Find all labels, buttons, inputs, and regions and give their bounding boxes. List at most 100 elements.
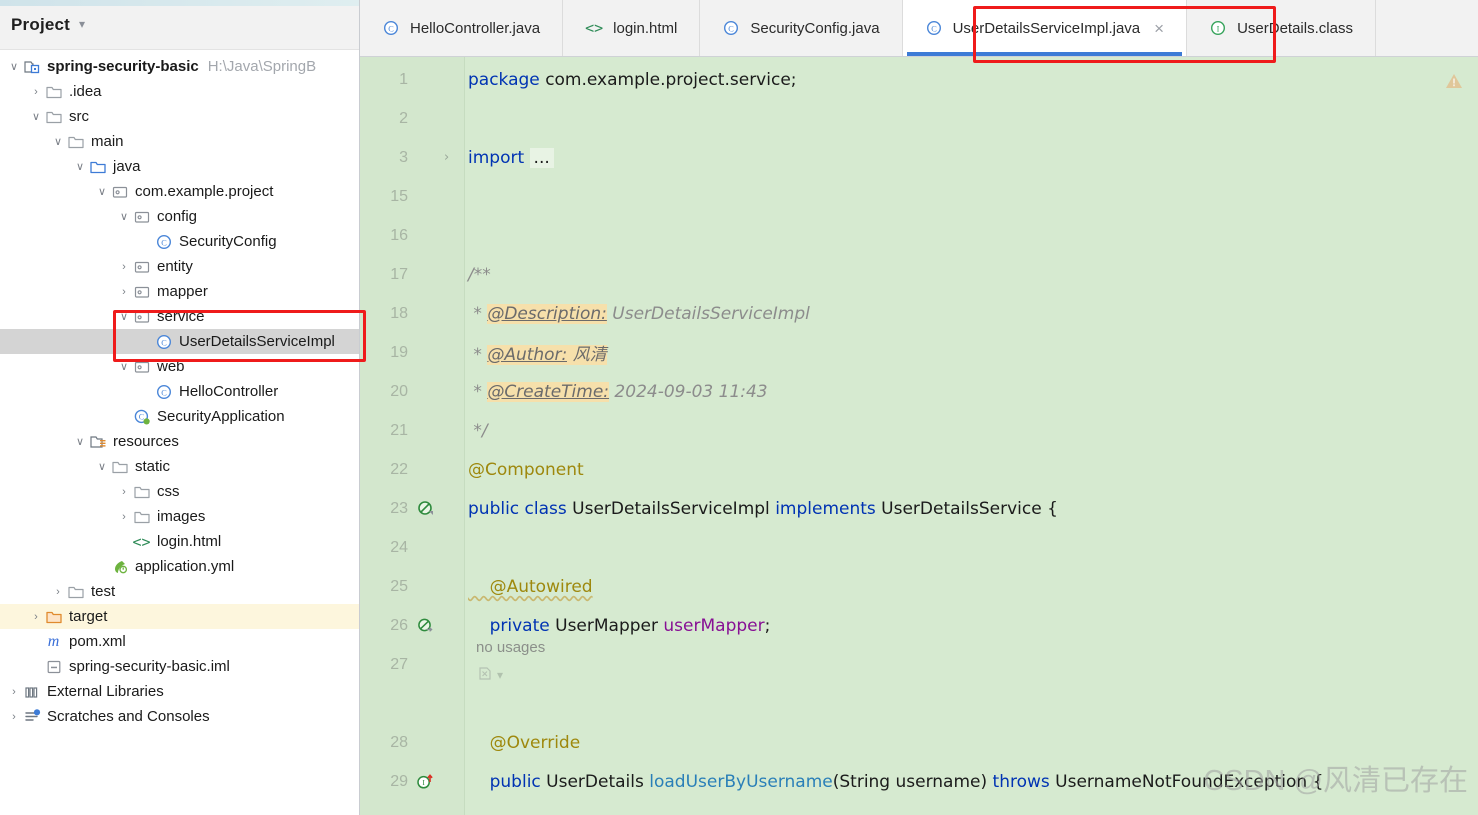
tree-item--idea[interactable]: › .idea bbox=[0, 79, 359, 104]
tree-item-service[interactable]: ∨ service bbox=[0, 304, 359, 329]
chevron-right-icon[interactable]: › bbox=[116, 286, 132, 298]
window-top-strip bbox=[0, 0, 359, 6]
tree-item-label: SecurityConfig bbox=[179, 233, 277, 250]
editor-tab-login-html[interactable]: <> login.html bbox=[563, 0, 701, 56]
editor-tab-userdetailsserviceimpl-java[interactable]: C UserDetailsServiceImpl.java × bbox=[902, 0, 1188, 56]
package-icon bbox=[132, 357, 151, 376]
chevron-right-icon[interactable]: › bbox=[50, 586, 66, 598]
tree-item-label: com.example.project bbox=[135, 183, 274, 200]
tree-item-java[interactable]: ∨ java bbox=[0, 154, 359, 179]
code-text: * @Author: 风清 bbox=[468, 345, 607, 365]
code-text: /** bbox=[468, 264, 491, 285]
code-line[interactable]: 2 bbox=[360, 99, 1478, 138]
chevron-right-icon[interactable]: › bbox=[116, 261, 132, 273]
tree-item-userdetailsserviceimpl[interactable]: C UserDetailsServiceImpl bbox=[0, 329, 359, 354]
chevron-down-icon[interactable]: ∨ bbox=[116, 210, 132, 223]
yml-file-icon bbox=[110, 557, 129, 576]
code-line[interactable]: 17 /** bbox=[360, 255, 1478, 294]
editor-tab-securityconfig-java[interactable]: C SecurityConfig.java bbox=[700, 0, 903, 56]
tree-item-label: test bbox=[91, 583, 116, 600]
code-line[interactable]: 23 public class UserDetailsServiceImpl im… bbox=[360, 489, 1478, 528]
code-text: public class UserDetailsServiceImpl impl… bbox=[468, 498, 1058, 519]
svg-text:C: C bbox=[388, 24, 394, 33]
chevron-down-icon[interactable]: ∨ bbox=[116, 360, 132, 373]
tree-item-spring-security-basic-iml[interactable]: spring-security-basic.iml bbox=[0, 654, 359, 679]
chevron-down-icon[interactable]: ∨ bbox=[50, 135, 66, 148]
chevron-down-icon[interactable]: ∨ bbox=[72, 435, 88, 448]
tree-item-label: mapper bbox=[157, 283, 208, 300]
inlay-hint-icon[interactable]: ▾ bbox=[476, 665, 503, 687]
chevron-down-icon[interactable]: ∨ bbox=[116, 310, 132, 323]
tree-item-securityapplication[interactable]: C SecurityApplication bbox=[0, 404, 359, 429]
code-lines[interactable]: 1 package com.example.project.service; 2 3 ›… bbox=[360, 57, 1478, 815]
close-icon[interactable]: × bbox=[1154, 20, 1164, 37]
code-line[interactable]: 29 I public UserDetails loadUserByUsernam… bbox=[360, 762, 1478, 801]
bean-icon[interactable] bbox=[412, 500, 438, 517]
line-number: 25 bbox=[390, 577, 408, 595]
warning-triangle-icon[interactable] bbox=[1444, 71, 1464, 96]
tree-item-external-libraries[interactable]: › External Libraries bbox=[0, 679, 359, 704]
resource-root-icon bbox=[88, 432, 107, 451]
tree-item-web[interactable]: ∨ web bbox=[0, 354, 359, 379]
autowired-icon[interactable] bbox=[412, 617, 438, 634]
code-line[interactable]: 20 * @CreateTime: 2024-09-03 11:43 bbox=[360, 372, 1478, 411]
chevron-right-icon[interactable]: › bbox=[6, 711, 22, 723]
tree-item-application-yml[interactable]: application.yml bbox=[0, 554, 359, 579]
editor-tab-label: HelloController.java bbox=[410, 19, 541, 37]
tree-item-css[interactable]: › css bbox=[0, 479, 359, 504]
code-line[interactable]: 21 */ bbox=[360, 411, 1478, 450]
tree-item-target[interactable]: › target bbox=[0, 604, 359, 629]
chevron-down-icon[interactable]: ∨ bbox=[94, 185, 110, 198]
tree-item-com-example-project[interactable]: ∨ com.example.project bbox=[0, 179, 359, 204]
chevron-right-icon[interactable]: › bbox=[28, 86, 44, 98]
editor-tab-userdetails-class[interactable]: I UserDetails.class bbox=[1187, 0, 1376, 56]
chevron-right-icon[interactable]: › bbox=[28, 611, 44, 623]
folder-icon bbox=[66, 582, 85, 601]
tree-item-hellocontroller[interactable]: C HelloController bbox=[0, 379, 359, 404]
tree-item-images[interactable]: › images bbox=[0, 504, 359, 529]
project-tree[interactable]: ∨ spring-security-basic H:\Java\SpringB › .i… bbox=[0, 50, 359, 729]
code-line[interactable]: 3 › import ... bbox=[360, 138, 1478, 177]
code-line[interactable]: 18 * @Description: UserDetailsServiceImp… bbox=[360, 294, 1478, 333]
editor-tab-hellocontroller-java[interactable]: C HelloController.java bbox=[360, 0, 564, 56]
code-line[interactable]: 24 bbox=[360, 528, 1478, 567]
tree-item-main[interactable]: ∨ main bbox=[0, 129, 359, 154]
code-line[interactable]: 25 @Autowired bbox=[360, 567, 1478, 606]
chevron-down-icon[interactable]: ∨ bbox=[94, 460, 110, 473]
tree-item-src[interactable]: ∨ src bbox=[0, 104, 359, 129]
editor-tab-label: UserDetails.class bbox=[1237, 19, 1353, 37]
tree-item-mapper[interactable]: › mapper bbox=[0, 279, 359, 304]
implements-icon[interactable]: I bbox=[412, 773, 438, 791]
tree-item-config[interactable]: ∨ config bbox=[0, 204, 359, 229]
code-line[interactable]: 1 package com.example.project.service; bbox=[360, 60, 1478, 99]
chevron-right-icon[interactable]: › bbox=[116, 486, 132, 498]
code-line[interactable]: 28 @Override bbox=[360, 723, 1478, 762]
chevron-down-icon[interactable]: ∨ bbox=[28, 110, 44, 123]
code-editor[interactable]: 1 package com.example.project.service; 2 3 ›… bbox=[360, 57, 1478, 815]
tree-item-scratches-and-consoles[interactable]: › Scratches and Consoles bbox=[0, 704, 359, 729]
chevron-down-icon[interactable]: ∨ bbox=[72, 160, 88, 173]
editor-area: C HelloController.java <> login.html C Securi… bbox=[360, 0, 1478, 815]
tree-item-entity[interactable]: › entity bbox=[0, 254, 359, 279]
code-line[interactable]: 19 * @Author: 风清 bbox=[360, 333, 1478, 372]
code-line[interactable]: 16 bbox=[360, 216, 1478, 255]
tree-item-spring-security-basic[interactable]: ∨ spring-security-basic H:\Java\SpringB bbox=[0, 54, 359, 79]
editor-tab-bar[interactable]: C HelloController.java <> login.html C Securi… bbox=[360, 0, 1478, 57]
code-line[interactable]: 15 bbox=[360, 177, 1478, 216]
chevron-right-icon[interactable]: › bbox=[116, 511, 132, 523]
tree-item-static[interactable]: ∨ static bbox=[0, 454, 359, 479]
tree-item-resources[interactable]: ∨ resources bbox=[0, 429, 359, 454]
spring-boot-icon: C bbox=[132, 407, 151, 426]
tree-item-securityconfig[interactable]: C SecurityConfig bbox=[0, 229, 359, 254]
tree-item-test[interactable]: › test bbox=[0, 579, 359, 604]
project-panel-header[interactable]: Project ▾ bbox=[0, 0, 359, 50]
fold-expand-icon[interactable]: › bbox=[444, 150, 449, 165]
tree-item-label: .idea bbox=[69, 83, 102, 100]
tree-item-login-html[interactable]: <> login.html bbox=[0, 529, 359, 554]
code-line[interactable]: 22 @Component bbox=[360, 450, 1478, 489]
chevron-down-icon[interactable]: ▾ bbox=[79, 17, 85, 31]
chevron-down-icon[interactable]: ∨ bbox=[6, 60, 22, 73]
chevron-right-icon[interactable]: › bbox=[6, 686, 22, 698]
tree-item-pom-xml[interactable]: m pom.xml bbox=[0, 629, 359, 654]
tree-item-label: spring-security-basic bbox=[47, 58, 199, 75]
